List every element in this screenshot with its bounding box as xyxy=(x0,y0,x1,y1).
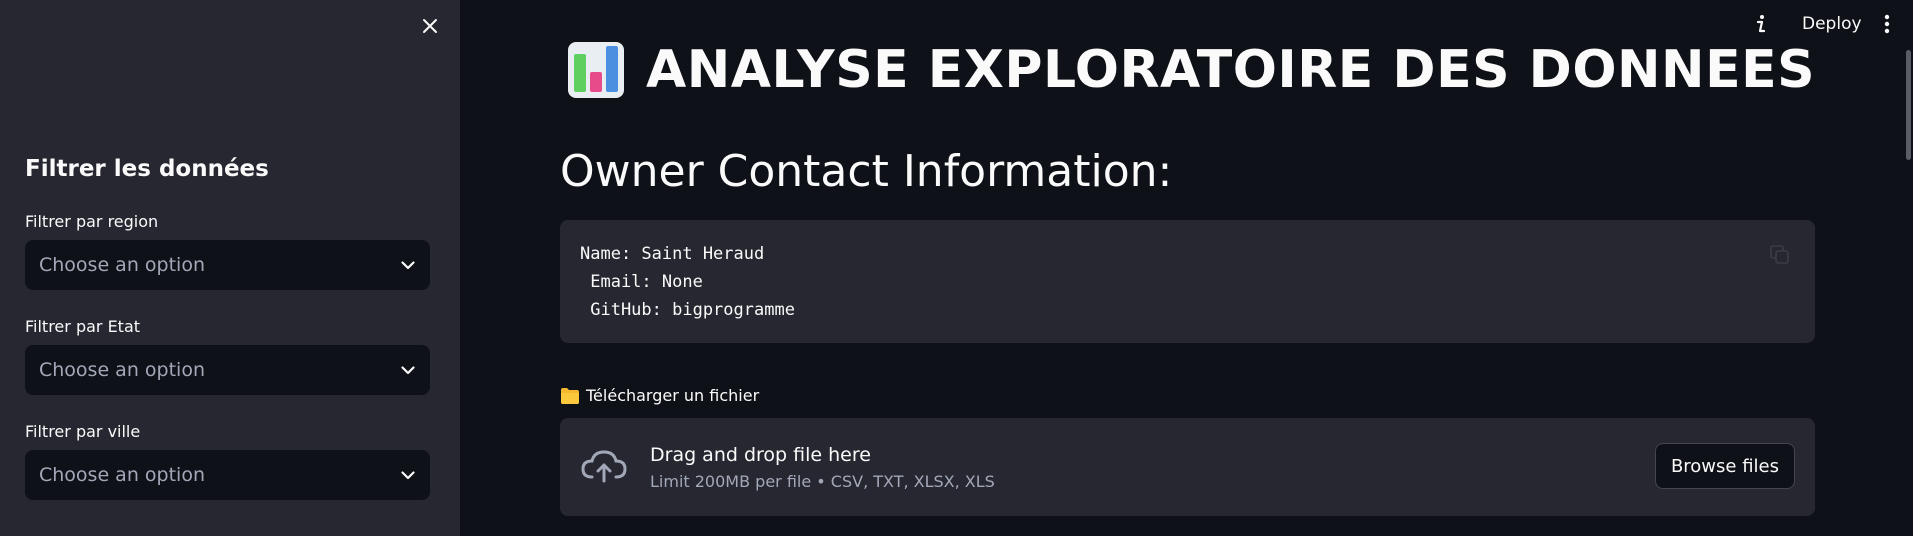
more-vertical-icon xyxy=(1884,14,1890,34)
filter-etat-placeholder: Choose an option xyxy=(39,359,205,381)
app-root: Filtrer les données Filtrer par region C… xyxy=(0,0,1913,536)
filter-etat: Filtrer par Etat Choose an option xyxy=(25,317,430,395)
filter-region-label: Filtrer par region xyxy=(25,212,159,231)
code-line-email: Email: None xyxy=(580,272,703,292)
upload-label-text: Télécharger un fichier xyxy=(586,386,760,405)
file-dropzone[interactable]: Drag and drop file here Limit 200MB per … xyxy=(560,418,1815,516)
filter-etat-select[interactable]: Choose an option xyxy=(25,345,430,395)
filter-etat-label: Filtrer par Etat xyxy=(25,317,141,336)
dropzone-text: Drag and drop file here Limit 200MB per … xyxy=(650,444,995,491)
page-title-text: ANALYSE EXPLORATOIRE DES DONNEES xyxy=(646,40,1816,100)
scrollbar[interactable] xyxy=(1906,50,1911,160)
filter-ville: Filtrer par ville Choose an option xyxy=(25,422,430,500)
code-line-github: GitHub: bigprogramme xyxy=(580,300,795,320)
chevron-down-icon xyxy=(400,362,416,378)
info-icon xyxy=(1756,15,1766,33)
chevron-down-icon xyxy=(400,257,416,273)
code-line-name: Name: Saint Heraud xyxy=(580,244,765,264)
filter-ville-placeholder: Choose an option xyxy=(39,464,205,486)
contact-code-block: Name: Saint Heraud Email: None GitHub: b… xyxy=(560,220,1815,343)
section-title: Owner Contact Information: xyxy=(560,146,1173,197)
filter-region: Filtrer par region Choose an option xyxy=(25,212,430,290)
sidebar: Filtrer les données Filtrer par region C… xyxy=(0,0,460,536)
info-button[interactable] xyxy=(1749,10,1773,38)
bar-chart-icon xyxy=(568,42,624,98)
browse-files-button[interactable]: Browse files xyxy=(1654,443,1795,489)
copy-icon[interactable] xyxy=(1769,244,1791,266)
filter-ville-select[interactable]: Choose an option xyxy=(25,450,430,500)
main-menu-button[interactable] xyxy=(1875,10,1899,38)
deploy-button[interactable]: Deploy xyxy=(1790,10,1874,38)
upload-label: Télécharger un fichier xyxy=(560,386,759,405)
filter-region-placeholder: Choose an option xyxy=(39,254,205,276)
chevron-down-icon xyxy=(400,467,416,483)
dropzone-instruction: Drag and drop file here xyxy=(650,443,871,466)
filter-ville-label: Filtrer par ville xyxy=(25,422,141,441)
sidebar-title: Filtrer les données xyxy=(25,156,269,182)
dropzone-limit: Limit 200MB per file • CSV, TXT, XLSX, X… xyxy=(650,471,995,491)
page-title: ANALYSE EXPLORATOIRE DES DONNEES xyxy=(566,40,1815,100)
folder-icon xyxy=(561,387,579,404)
close-sidebar-button[interactable] xyxy=(416,12,444,40)
filter-region-select[interactable]: Choose an option xyxy=(25,240,430,290)
close-icon xyxy=(423,19,437,33)
cloud-upload-icon xyxy=(581,450,627,483)
